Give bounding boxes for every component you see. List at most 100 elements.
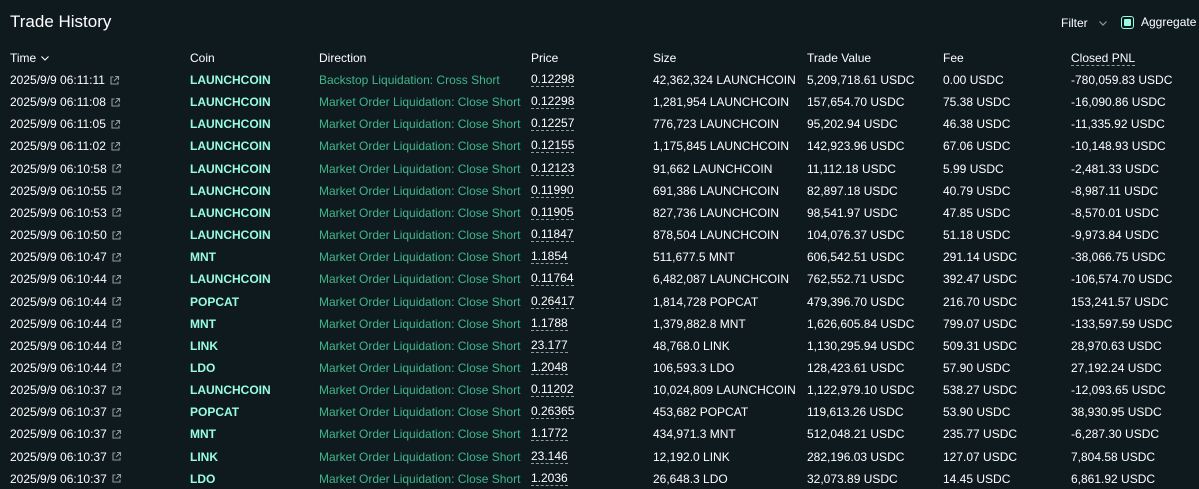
trade-price[interactable]: 23.177 (531, 338, 568, 353)
checkmark-icon (1124, 18, 1131, 26)
column-header-price: Price (531, 51, 559, 65)
column-header-time[interactable]: Time (10, 51, 50, 65)
trade-time-cell: 2025/9/9 06:10:44 (10, 295, 122, 309)
coin-name[interactable]: MNT (190, 427, 216, 441)
coin-name[interactable]: LAUNCHCOIN (190, 162, 271, 176)
external-link-icon[interactable] (111, 163, 122, 174)
closed-pnl: -780,059.83 USDC (1071, 73, 1173, 87)
external-link-icon[interactable] (111, 385, 122, 396)
trade-value: 119,613.26 USDC (807, 405, 904, 420)
trade-direction: Market Order Liquidation: Close Short (319, 316, 521, 331)
trade-price[interactable]: 23.146 (531, 449, 568, 464)
trade-price[interactable]: 1.1854 (531, 250, 568, 265)
external-link-icon[interactable] (111, 407, 122, 418)
trade-time-cell: 2025/9/9 06:10:37 (10, 427, 122, 441)
external-link-icon[interactable] (109, 75, 120, 86)
table-row: 2025/9/9 06:10:37 POPCAT Market Order Liqu… (0, 401, 1199, 423)
trade-price[interactable]: 1.2048 (531, 360, 568, 375)
trade-time: 2025/9/9 06:10:58 (10, 161, 107, 176)
coin-name[interactable]: LAUNCHCOIN (190, 228, 271, 242)
trade-direction: Market Order Liquidation: Close Short (319, 405, 521, 420)
coin-name[interactable]: LAUNCHCOIN (190, 184, 271, 198)
trade-price[interactable]: 0.26417 (531, 294, 575, 309)
external-link-icon[interactable] (110, 141, 121, 152)
external-link-icon[interactable] (111, 207, 122, 218)
table-row: 2025/9/9 06:10:47 MNT Market Order Liquida… (0, 246, 1199, 268)
external-link-icon[interactable] (110, 97, 121, 108)
coin-name[interactable]: LINK (190, 339, 218, 353)
trade-price[interactable]: 1.1772 (531, 427, 568, 442)
coin-name[interactable]: LAUNCHCOIN (190, 206, 271, 220)
trade-direction: Market Order Liquidation: Close Short (319, 294, 521, 309)
trade-size: 42,362,324 LAUNCHCOIN (653, 73, 796, 87)
trade-price[interactable]: 0.12257 (531, 117, 575, 132)
trade-price[interactable]: 1.1788 (531, 316, 568, 331)
trade-time-cell: 2025/9/9 06:10:58 (10, 162, 122, 176)
coin-name[interactable]: LINK (190, 450, 218, 464)
closed-pnl: -2,481.33 USDC (1071, 161, 1160, 176)
external-link-icon[interactable] (111, 451, 122, 462)
coin-name[interactable]: LAUNCHCOIN (190, 73, 271, 87)
trade-price[interactable]: 0.12123 (531, 161, 575, 176)
trade-size: 776,723 LAUNCHCOIN (653, 117, 780, 132)
coin-name[interactable]: LAUNCHCOIN (190, 139, 271, 153)
table-row: 2025/9/9 06:10:44 LINK Market Order Liquid… (0, 335, 1199, 357)
trade-time-cell: 2025/9/9 06:10:53 (10, 206, 122, 220)
coin-name[interactable]: LDO (190, 472, 215, 486)
external-link-icon[interactable] (111, 362, 122, 373)
trade-price[interactable]: 0.11847 (531, 228, 574, 243)
column-header-coin: Coin (190, 51, 215, 65)
external-link-icon[interactable] (111, 429, 122, 440)
trade-time: 2025/9/9 06:10:47 (10, 250, 107, 265)
trade-price[interactable]: 0.11764 (531, 272, 574, 287)
trade-price[interactable]: 0.11905 (531, 205, 574, 220)
trade-time-cell: 2025/9/9 06:11:02 (10, 139, 121, 153)
trade-fee: 75.38 USDC (943, 95, 1011, 110)
trade-direction: Market Order Liquidation: Close Short (319, 95, 521, 110)
external-link-icon[interactable] (111, 274, 122, 285)
column-header-direction: Direction (319, 51, 367, 65)
external-link-icon[interactable] (111, 252, 122, 263)
table-row: 2025/9/9 06:10:37 MNT Market Order Liquida… (0, 423, 1199, 445)
trade-price[interactable]: 0.11202 (531, 383, 574, 398)
trade-size: 1,175,845 LAUNCHCOIN (653, 139, 790, 154)
closed-pnl: 7,804.58 USDC (1071, 449, 1156, 464)
external-link-icon[interactable] (111, 185, 122, 196)
trade-price[interactable]: 0.11990 (531, 183, 574, 198)
external-link-icon[interactable] (110, 119, 121, 130)
trade-direction: Market Order Liquidation: Close Short (319, 360, 521, 375)
aggregate-toggle[interactable]: Aggregate (1121, 15, 1196, 29)
coin-name[interactable]: POPCAT (190, 295, 239, 309)
trade-price[interactable]: 0.26365 (531, 405, 575, 420)
trade-time: 2025/9/9 06:10:44 (10, 338, 107, 353)
coin-name[interactable]: MNT (190, 250, 216, 264)
trade-price[interactable]: 0.12298 (531, 95, 575, 110)
coin-name[interactable]: LAUNCHCOIN (190, 272, 271, 286)
filter-dropdown[interactable]: Filter (1061, 16, 1108, 30)
trade-value: 32,073.89 USDC (807, 471, 898, 486)
coin-name[interactable]: LAUNCHCOIN (190, 95, 271, 109)
column-header-closed-pnl[interactable]: Closed PNL (1071, 51, 1136, 66)
external-link-icon[interactable] (111, 473, 122, 484)
coin-name[interactable]: MNT (190, 317, 216, 331)
external-link-icon[interactable] (111, 230, 122, 241)
trade-time-cell: 2025/9/9 06:11:08 (10, 95, 121, 109)
external-link-icon[interactable] (111, 318, 122, 329)
trade-time: 2025/9/9 06:11:08 (10, 95, 106, 110)
trade-price[interactable]: 1.2036 (531, 471, 568, 486)
trade-time-cell: 2025/9/9 06:10:37 (10, 383, 122, 397)
trade-price[interactable]: 0.12155 (531, 139, 575, 154)
aggregate-checkbox[interactable] (1121, 15, 1134, 29)
trade-value: 282,196.03 USDC (807, 449, 905, 464)
external-link-icon[interactable] (111, 340, 122, 351)
coin-name[interactable]: LDO (190, 361, 215, 375)
coin-name[interactable]: POPCAT (190, 405, 239, 419)
trade-price[interactable]: 0.12298 (531, 73, 575, 87)
trade-value: 1,626,605.84 USDC (807, 316, 915, 331)
coin-name[interactable]: LAUNCHCOIN (190, 117, 271, 131)
closed-pnl: 27,192.24 USDC (1071, 360, 1162, 375)
trade-fee: 51.18 USDC (943, 228, 1011, 243)
coin-name[interactable]: LAUNCHCOIN (190, 383, 271, 397)
external-link-icon[interactable] (111, 296, 122, 307)
trade-fee: 46.38 USDC (943, 117, 1011, 132)
